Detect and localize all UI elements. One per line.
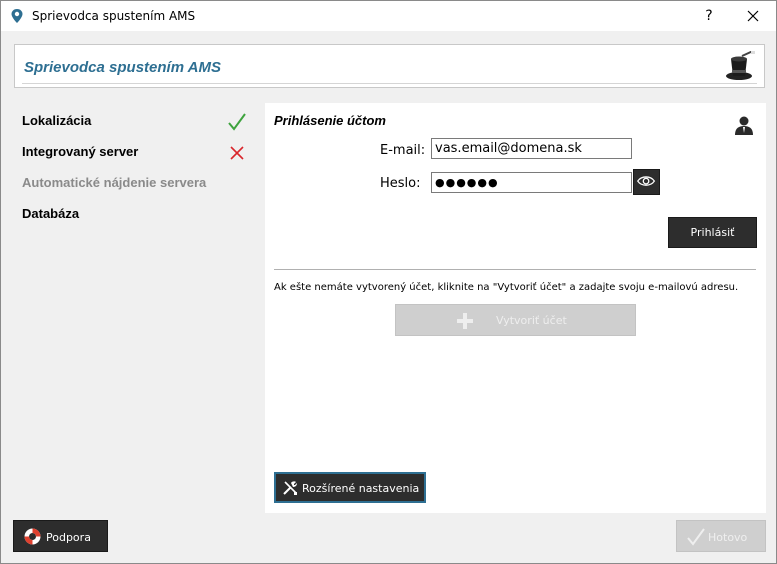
advanced-settings-button[interactable]: Rozšírené nastavenia — [274, 472, 426, 503]
done-button[interactable]: Hotovo — [676, 520, 766, 552]
show-password-button[interactable] — [633, 169, 660, 195]
section-title: Prihlásenie účtom — [274, 113, 386, 128]
title-bar: Sprievodca spustením AMS ? — [1, 1, 776, 31]
advanced-settings-label: Rozšírené nastavenia — [302, 482, 420, 495]
email-field[interactable]: vas.email@domena.sk — [431, 138, 632, 159]
window-title: Sprievodca spustením AMS — [32, 9, 196, 23]
step-integrated-server: Integrovaný server — [22, 144, 252, 175]
checkmark-icon — [228, 113, 246, 131]
login-button[interactable]: Prihlásiť — [668, 217, 757, 248]
tools-icon — [283, 481, 297, 495]
eye-icon — [636, 176, 656, 186]
app-location-icon — [11, 9, 23, 23]
wizard-header: Sprievodca spustením AMS — [14, 44, 765, 88]
cross-icon — [230, 146, 244, 160]
support-label: Podpora — [46, 531, 91, 544]
create-account-info: Ak ešte nemáte vytvorený účet, kliknite … — [274, 282, 739, 293]
done-label: Hotovo — [708, 531, 748, 544]
checkmark-icon — [687, 528, 705, 546]
setup-wizard-window: Sprievodca spustením AMS ? Sprievodca sp… — [0, 0, 777, 564]
email-label: E-mail: — [380, 143, 426, 158]
step-label: Automatické nájdenie servera — [22, 175, 207, 190]
lifebuoy-icon — [24, 528, 41, 545]
create-account-button[interactable]: Vytvoriť účet — [395, 304, 636, 336]
step-label: Integrovaný server — [22, 144, 139, 159]
divider — [274, 269, 756, 270]
password-label: Heslo: — [380, 176, 421, 191]
step-auto-server-discovery: Automatické nájdenie servera — [22, 175, 252, 206]
help-button[interactable]: ? — [698, 5, 720, 27]
header-divider — [22, 83, 757, 84]
wizard-steps: Lokalizácia Integrovaný server Automatic… — [22, 113, 252, 237]
step-label: Lokalizácia — [22, 113, 92, 128]
step-label: Databáza — [22, 206, 80, 221]
password-field[interactable]: ●●●●●● — [431, 172, 632, 193]
header-title: Sprievodca spustením AMS — [24, 59, 221, 76]
user-icon — [735, 116, 753, 135]
step-localization: Lokalizácia — [22, 113, 252, 144]
support-button[interactable]: Podpora — [13, 520, 108, 552]
magic-hat-icon — [726, 51, 755, 80]
plus-icon — [457, 313, 473, 329]
account-login-panel: Prihlásenie účtom E-mail: vas.email@dome… — [265, 103, 766, 513]
create-account-label: Vytvoriť účet — [496, 314, 567, 327]
close-button[interactable] — [738, 5, 768, 27]
step-database: Databáza — [22, 206, 252, 237]
